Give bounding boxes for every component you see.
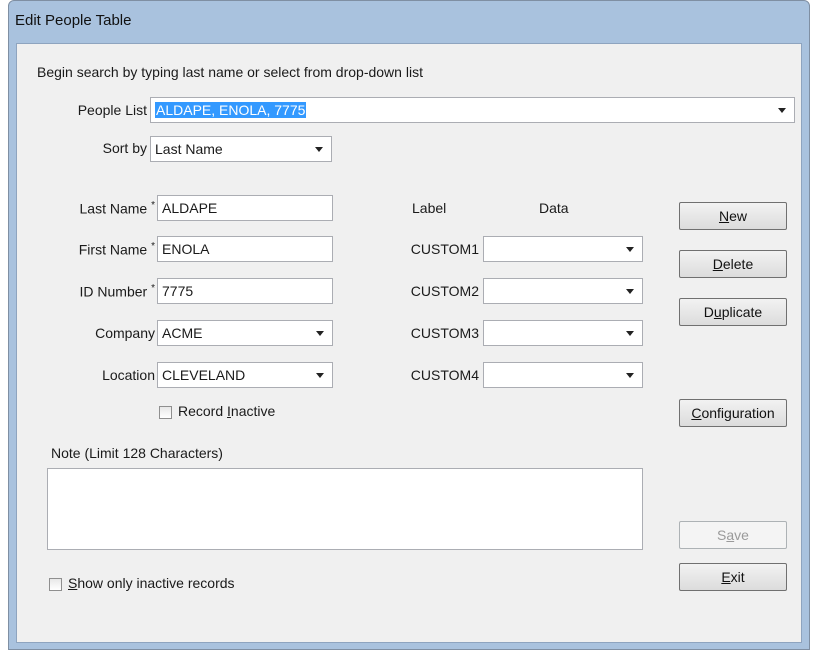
id-number-label: ID Number * [27, 283, 155, 300]
custom4-select[interactable] [483, 362, 643, 388]
configuration-button[interactable]: Configuration [679, 399, 787, 427]
note-textarea[interactable] [47, 468, 643, 550]
duplicate-button-accel: u [713, 304, 722, 320]
save-button[interactable]: Save [679, 521, 787, 549]
new-button[interactable]: New [679, 202, 787, 230]
save-button-post: ve [734, 527, 749, 543]
first-name-field[interactable]: ENOLA [157, 236, 333, 262]
delete-button-post: elete [722, 256, 754, 272]
chevron-down-icon[interactable] [626, 331, 634, 336]
show-inactive-post: how only inactive records [77, 575, 235, 591]
exit-button-accel: E [721, 569, 731, 585]
delete-button-accel: D [712, 256, 723, 272]
note-label: Note (Limit 128 Characters) [51, 445, 223, 461]
chevron-down-icon[interactable] [626, 373, 634, 378]
custom2-select[interactable] [483, 278, 643, 304]
show-inactive-accel: S [68, 575, 78, 591]
dialog-client-area: Begin search by typing last name or sele… [16, 43, 802, 643]
last-name-label: Last Name * [27, 200, 156, 217]
chevron-down-icon[interactable] [316, 331, 324, 336]
custom3-select[interactable] [483, 320, 643, 346]
company-value: ACME [162, 325, 203, 341]
delete-button[interactable]: Delete [679, 250, 787, 278]
configuration-button-post: onfiguration [701, 405, 775, 421]
required-marker: * [151, 283, 155, 294]
company-label: Company [95, 325, 155, 341]
duplicate-button-pre: D [703, 304, 714, 320]
location-value: CLEVELAND [162, 367, 246, 383]
new-button-post: ew [729, 208, 748, 224]
sort-by-label: Sort by [102, 140, 147, 156]
id-number-field[interactable]: 7775 [157, 278, 333, 304]
window-title: Edit People Table [15, 12, 132, 29]
custom2-label: CUSTOM2 [410, 283, 479, 299]
data-column-header: Data [539, 200, 569, 216]
exit-button-post: xit [730, 569, 745, 585]
duplicate-button[interactable]: Duplicate [679, 298, 787, 326]
save-button-accel: a [726, 527, 735, 543]
exit-button[interactable]: Exit [679, 563, 787, 591]
chevron-down-icon[interactable] [316, 373, 324, 378]
required-marker: * [151, 241, 155, 252]
sort-by-value: Last Name [155, 141, 223, 157]
chevron-down-icon[interactable] [626, 289, 634, 294]
show-inactive-label[interactable]: Show only inactive records [68, 575, 235, 591]
label-column-header: Label [412, 200, 447, 216]
custom1-label: CUSTOM1 [410, 241, 479, 257]
last-name-label-text: Last Name [79, 200, 148, 217]
chevron-down-icon[interactable] [778, 108, 786, 113]
new-button-accel: N [718, 208, 730, 224]
chevron-down-icon[interactable] [626, 247, 634, 252]
record-inactive-pre: Record [178, 403, 228, 419]
record-inactive-post: nactive [230, 403, 276, 419]
custom4-label: CUSTOM4 [410, 367, 479, 383]
record-inactive-checkbox[interactable] [159, 406, 172, 419]
custom3-label: CUSTOM3 [410, 325, 479, 341]
record-inactive-label[interactable]: Record Inactive [178, 403, 275, 419]
location-select[interactable]: CLEVELAND [157, 362, 333, 388]
show-inactive-checkbox[interactable] [49, 578, 62, 591]
search-instructions: Begin search by typing last name or sele… [37, 64, 423, 80]
configuration-button-accel: C [691, 405, 702, 421]
custom1-select[interactable] [483, 236, 643, 262]
save-button-pre: S [717, 527, 727, 543]
people-list-label: People List [77, 102, 147, 118]
chevron-down-icon[interactable] [315, 147, 323, 152]
company-select[interactable]: ACME [157, 320, 333, 346]
last-name-field[interactable]: ALDAPE [157, 195, 333, 221]
people-list-value: ALDAPE, ENOLA, 7775 [155, 102, 307, 118]
duplicate-button-post: plicate [721, 304, 763, 320]
required-marker: * [151, 200, 155, 211]
first-name-label: First Name * [27, 241, 155, 258]
first-name-label-text: First Name [78, 241, 148, 258]
id-number-label-text: ID Number [79, 283, 148, 300]
sort-by-select[interactable]: Last Name [150, 136, 332, 162]
location-label: Location [102, 367, 155, 383]
edit-people-window: Edit People Table Begin search by typing… [8, 0, 810, 650]
people-list-combobox[interactable]: ALDAPE, ENOLA, 7775 [150, 97, 795, 123]
